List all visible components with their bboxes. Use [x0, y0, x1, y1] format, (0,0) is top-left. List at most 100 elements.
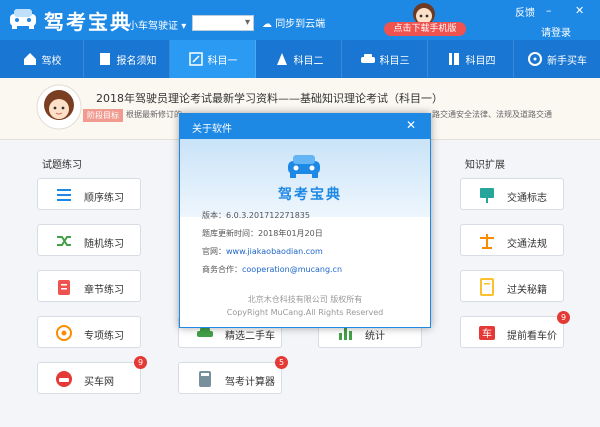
tab-label: 科目四: [465, 55, 496, 67]
notebook-icon: [480, 278, 494, 296]
update-row: 题库更新时间：2018年01月20日: [202, 228, 323, 239]
feedback-link[interactable]: 反馈: [515, 4, 535, 19]
car-icon: [360, 54, 375, 63]
tab-label: 报名须知: [116, 55, 157, 67]
instructor-avatar: [36, 84, 82, 130]
tab-label: 新手买车: [547, 55, 587, 67]
contact-row: 商务合作：cooperation@mucang.cn: [202, 264, 342, 275]
car-price-button[interactable]: 车 提前看车价: [460, 316, 564, 348]
dialog-header: 关于软件 ✕: [180, 114, 430, 139]
traffic-laws-button[interactable]: 交通法规: [460, 224, 564, 256]
update-label: 题库更新时间：: [202, 229, 258, 238]
tab-label: 科目一: [207, 55, 238, 67]
car-logo-icon: [288, 155, 320, 178]
tab-subject-four[interactable]: 科目四: [428, 40, 514, 78]
list-icon: [57, 189, 71, 201]
update-value: 2018年01月20日: [258, 229, 323, 238]
sync-cloud-button[interactable]: ☁ 同步到云端: [262, 15, 325, 30]
tab-subject-one[interactable]: 科目一: [170, 40, 256, 78]
document-icon: [99, 53, 110, 65]
stage-goal-badge: 阶段目标: [83, 109, 123, 122]
calculator-badge: 5: [275, 356, 288, 369]
tab-subject-two[interactable]: 科目二: [256, 40, 342, 78]
company-text: 北京木仓科技有限公司 版权所有: [247, 295, 363, 304]
traffic-cone-icon: [276, 53, 287, 65]
copyright-text: CopyRight MuCang.All Rights Reserved: [226, 308, 384, 317]
contact-label: 商务合作：: [202, 265, 242, 274]
chapter-practice-button[interactable]: 章节练习: [37, 270, 141, 302]
cloud-icon: ☁: [262, 19, 272, 30]
tile-label: 章节练习: [84, 285, 124, 296]
license-type-select[interactable]: 小车驾驶证 ▾: [128, 17, 186, 32]
knowledge-section-title: 知识扩展: [465, 160, 505, 171]
license-type-label: 小车驾驶证: [128, 21, 178, 32]
tab-driving-school[interactable]: 驾校: [0, 40, 84, 78]
practice-section-title: 试题练习: [42, 160, 82, 171]
download-mobile-button[interactable]: 点击下载手机版: [384, 22, 466, 36]
random-practice-button[interactable]: 随机练习: [37, 224, 141, 256]
website-row: 官网：www.jiakaobaodian.com: [202, 246, 323, 257]
tile-label: 统计: [365, 331, 385, 342]
tile-label: 提前看车价: [507, 331, 557, 342]
home-icon: [23, 53, 36, 65]
title-bar: 驾考宝典 小车驾驶证 ▾ ▾ ☁ 同步到云端 点击下载手机版 反馈 – ✕ 请登…: [0, 0, 600, 40]
tile-label: 交通标志: [507, 193, 547, 204]
tile-label: 过关秘籍: [507, 285, 547, 296]
tile-label: 精选二手车: [225, 331, 275, 342]
close-icon[interactable]: ✕: [575, 4, 584, 17]
calculator-button[interactable]: 驾考计算器: [178, 362, 282, 394]
banner-description: 根据最新修订的: [126, 110, 182, 119]
car-market-button[interactable]: 买车网: [37, 362, 141, 394]
banner-description-end: 路交通安全法律、法规及道路交通: [432, 110, 552, 119]
tile-label: 顺序练习: [84, 193, 124, 204]
version-row: 版本：6.0.3.201712271835: [202, 210, 310, 221]
login-link[interactable]: 请登录: [541, 24, 571, 39]
dialog-app-name: 驾考宝典: [278, 187, 342, 203]
close-icon[interactable]: ✕: [406, 118, 416, 132]
book-icon: [448, 53, 459, 65]
traffic-sign-icon: [480, 188, 494, 203]
steering-wheel-icon: [528, 52, 542, 66]
car-logo-icon: [10, 9, 36, 29]
car-price-icon: 车: [479, 326, 495, 340]
chevron-down-icon: ▾: [244, 17, 250, 28]
contact-email-link[interactable]: cooperation@mucang.cn: [242, 265, 342, 274]
clipboard-icon: [58, 280, 70, 295]
app-title: 驾考宝典: [44, 10, 132, 34]
city-select[interactable]: ▾: [192, 15, 254, 31]
shuffle-icon: [57, 236, 71, 246]
tab-registration-notes[interactable]: 报名须知: [84, 40, 170, 78]
tab-label: 科目二: [293, 55, 324, 67]
tab-label: 科目三: [379, 55, 410, 67]
tab-subject-three[interactable]: 科目三: [342, 40, 428, 78]
tab-label: 驾校: [41, 55, 62, 67]
edit-icon: [188, 52, 203, 66]
tile-label: 专项练习: [84, 331, 124, 342]
sync-label: 同步到云端: [275, 19, 326, 30]
version-label: 版本：: [202, 211, 226, 220]
sequential-practice-button[interactable]: 顺序练习: [37, 178, 141, 210]
dialog-title: 关于软件: [192, 124, 232, 135]
website-label: 官网：: [202, 247, 226, 256]
version-value: 6.0.3.201712271835: [226, 211, 310, 220]
car-market-badge: 9: [134, 356, 147, 369]
banner-title: 2018年驾驶员理论考试最新学习资料——基础知识理论考试（科目一）: [96, 92, 443, 105]
about-dialog: 关于软件 ✕ 驾考宝典 版本：6.0.3.201712271835 题库更新时间…: [179, 113, 431, 328]
svg-text:车: 车: [482, 327, 492, 340]
minimize-icon[interactable]: –: [546, 4, 552, 17]
scale-icon: [480, 234, 494, 249]
car-price-badge: 9: [557, 311, 570, 324]
tab-new-car-buying[interactable]: 新手买车: [514, 40, 600, 78]
calculator-icon: [199, 371, 211, 387]
tile-label: 驾考计算器: [225, 377, 275, 388]
traffic-signs-button[interactable]: 交通标志: [460, 178, 564, 210]
tile-label: 买车网: [84, 377, 114, 388]
pass-tips-button[interactable]: 过关秘籍: [460, 270, 564, 302]
target-icon: [56, 325, 72, 341]
chevron-down-icon: ▾: [181, 21, 187, 32]
tile-label: 交通法规: [507, 239, 547, 250]
topic-practice-button[interactable]: 专项练习: [37, 316, 141, 348]
tile-label: 随机练习: [84, 239, 124, 250]
car-icon: [56, 371, 72, 387]
website-link[interactable]: www.jiakaobaodian.com: [226, 247, 323, 256]
